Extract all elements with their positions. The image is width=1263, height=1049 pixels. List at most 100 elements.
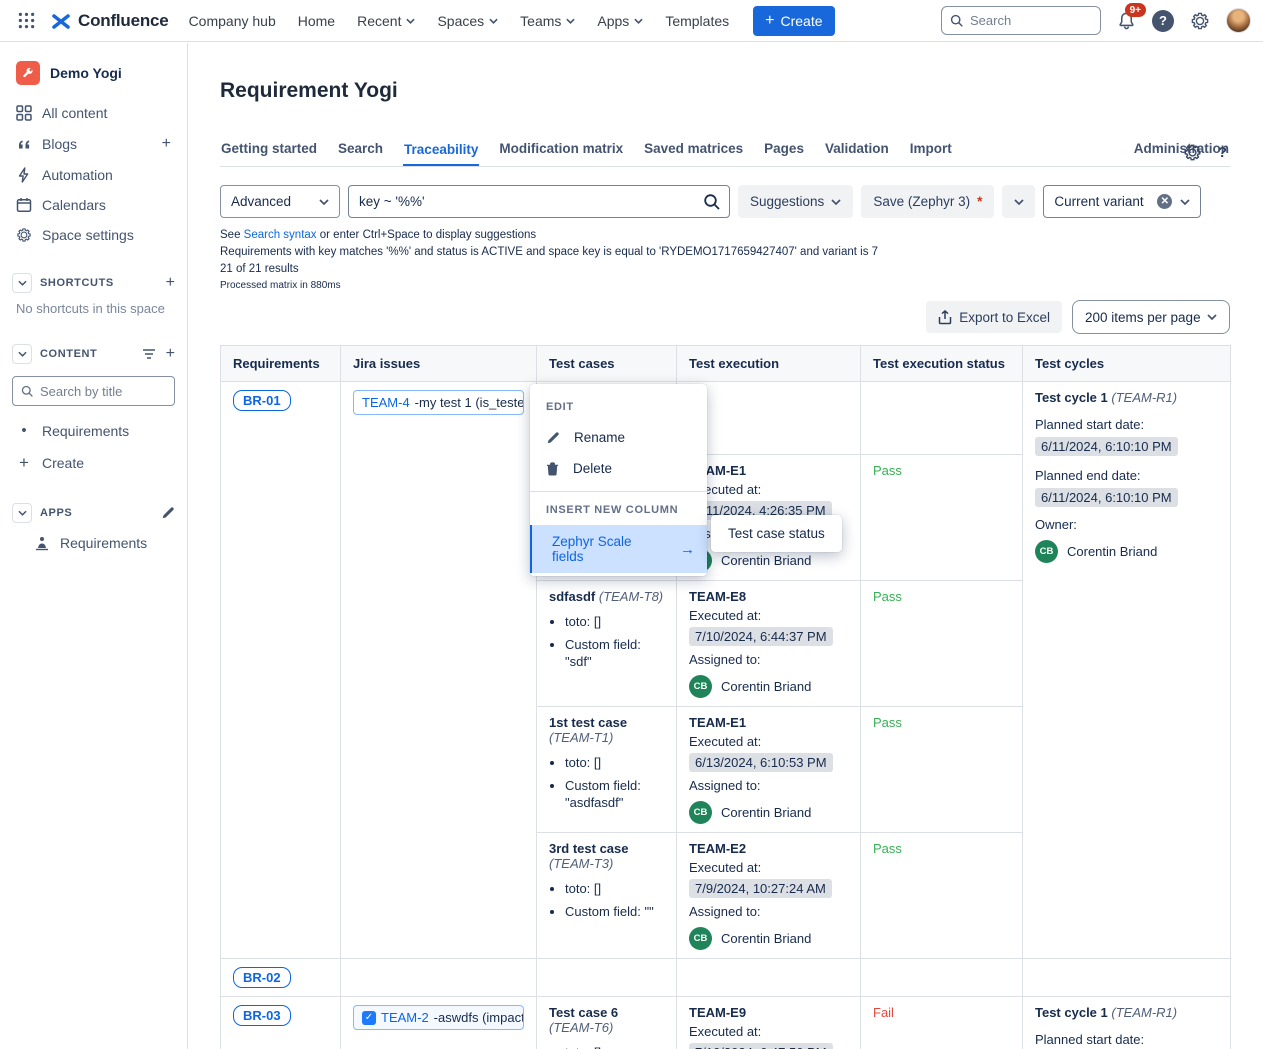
- results-count: 21 of 21 results: [220, 263, 1230, 275]
- assignee-person: CB Corentin Briand: [689, 801, 848, 824]
- menu-item-rename[interactable]: Rename: [530, 422, 707, 453]
- save-options-button[interactable]: [1002, 185, 1035, 218]
- test-execution-cell: TEAM-E8 Executed at: 7/10/2024, 6:44:37 …: [677, 581, 861, 707]
- nav-home[interactable]: Home: [298, 13, 335, 29]
- suggestions-button[interactable]: Suggestions: [738, 185, 853, 218]
- edit-pencil-icon[interactable]: [161, 506, 175, 520]
- checkbox-checked-icon: ✓: [362, 1011, 376, 1025]
- space-header[interactable]: Demo Yogi: [8, 57, 179, 99]
- nav-company-hub[interactable]: Company hub: [189, 13, 276, 29]
- chevron-down-icon: [634, 18, 643, 24]
- export-to-excel-button[interactable]: Export to Excel: [926, 301, 1062, 333]
- plus-icon: +: [765, 12, 774, 30]
- jira-issue-link[interactable]: ✓ TEAM-2-aswdfs (impacts): [353, 1005, 524, 1030]
- search-syntax-link[interactable]: Search syntax: [244, 229, 317, 241]
- tab-pages[interactable]: Pages: [763, 135, 805, 166]
- variant-select[interactable]: Current variant ✕: [1043, 185, 1201, 218]
- tab-saved-matrices[interactable]: Saved matrices: [643, 135, 744, 166]
- clear-variant-icon[interactable]: ✕: [1157, 194, 1172, 209]
- query-input-box[interactable]: [348, 185, 730, 218]
- date-badge: 6/11/2024, 6:10:10 PM: [1035, 437, 1178, 456]
- content-create[interactable]: + Create: [8, 447, 179, 479]
- add-content-icon[interactable]: +: [166, 345, 175, 363]
- add-blog-icon[interactable]: +: [162, 135, 171, 153]
- sidebar-item-blogs[interactable]: Blogs +: [8, 129, 179, 159]
- col-test-cases: Test cases: [537, 346, 677, 382]
- app-switcher-icon[interactable]: [12, 7, 40, 35]
- collapse-content-icon[interactable]: [12, 344, 32, 364]
- status-cell: Fail: [861, 997, 1023, 1049]
- notification-count-badge: 9+: [1125, 3, 1146, 17]
- status-cell: Pass: [861, 833, 1023, 959]
- tab-validation[interactable]: Validation: [824, 135, 890, 166]
- trash-icon: [546, 462, 559, 476]
- settings-gear-icon[interactable]: [1190, 11, 1210, 31]
- owner-person: CB Corentin Briand: [1035, 540, 1218, 563]
- save-button[interactable]: Save (Zephyr 3) *: [861, 185, 994, 218]
- app-tabs: Getting started Search Traceability Modi…: [220, 135, 1230, 167]
- help-icon[interactable]: ?: [1152, 10, 1174, 32]
- nav-spaces[interactable]: Spaces: [437, 13, 498, 29]
- zephyr-fields-submenu-item-test-case-status[interactable]: Test case status: [711, 515, 842, 552]
- nav-apps[interactable]: Apps: [597, 13, 643, 29]
- sidebar-item-automation[interactable]: Automation: [8, 161, 179, 189]
- collapse-apps-icon[interactable]: [12, 503, 32, 523]
- sidebar-item-space-settings[interactable]: Space settings: [8, 221, 179, 249]
- menu-section-insert: INSERT NEW COLUMN: [530, 493, 707, 525]
- search-mode-select[interactable]: Advanced: [220, 185, 340, 218]
- nav-recent[interactable]: Recent: [357, 13, 415, 29]
- confluence-logo[interactable]: Confluence: [50, 10, 169, 32]
- primary-nav: Company hub Home Recent Spaces Teams App…: [189, 13, 730, 29]
- nav-teams[interactable]: Teams: [520, 13, 575, 29]
- menu-item-delete[interactable]: Delete: [530, 453, 707, 484]
- jira-issue-link[interactable]: TEAM-4-my test 1 (is_tested_by): [353, 390, 524, 415]
- apps-item-requirements[interactable]: Requirements: [8, 529, 179, 557]
- global-search-field[interactable]: [970, 13, 1080, 28]
- assignee-person: CB Corentin Briand: [689, 549, 848, 572]
- notifications-button[interactable]: 9+: [1117, 11, 1136, 30]
- tab-modification-matrix[interactable]: Modification matrix: [498, 135, 624, 166]
- tab-traceability[interactable]: Traceability: [403, 136, 479, 167]
- all-content-icon: [16, 105, 32, 121]
- app-settings-gear-icon[interactable]: [1183, 143, 1202, 162]
- menu-item-zephyr-scale-fields[interactable]: Zephyr Scale fields →: [530, 525, 707, 573]
- sidebar-item-all-content[interactable]: All content: [8, 99, 179, 127]
- table-row: BR-03 ✓ TEAM-2-aswdfs (impacts) Test cas…: [221, 997, 1231, 1049]
- chevron-down-icon: [1014, 199, 1024, 205]
- requirement-key-badge[interactable]: BR-01: [233, 390, 291, 411]
- nav-templates[interactable]: Templates: [665, 13, 729, 29]
- avatar: CB: [1035, 540, 1058, 563]
- col-requirements: Requirements: [221, 346, 341, 382]
- app-help-icon[interactable]: ?: [1218, 144, 1227, 161]
- sidebar-item-calendars[interactable]: Calendars: [8, 191, 179, 219]
- col-test-execution: Test execution: [677, 346, 861, 382]
- status-cell: [861, 382, 1023, 455]
- requirement-key-badge[interactable]: BR-02: [233, 967, 291, 988]
- tab-getting-started[interactable]: Getting started: [220, 135, 318, 166]
- filter-icon[interactable]: [142, 348, 156, 360]
- tab-search[interactable]: Search: [337, 135, 384, 166]
- tab-import[interactable]: Import: [909, 135, 953, 166]
- status-cell: Pass: [861, 707, 1023, 833]
- requirement-key-badge[interactable]: BR-03: [233, 1005, 291, 1026]
- user-avatar[interactable]: [1226, 8, 1251, 33]
- content-item-requirements[interactable]: • Requirements: [8, 416, 179, 445]
- chevron-down-icon: [319, 199, 329, 205]
- content-search-box[interactable]: [12, 376, 175, 406]
- collapse-shortcuts-icon[interactable]: [12, 273, 32, 293]
- search-icon[interactable]: [703, 193, 721, 211]
- content-search-field[interactable]: [40, 384, 160, 399]
- space-settings-gear-icon: [16, 227, 32, 243]
- date-badge: 7/10/2024, 6:47:50 PM: [689, 1043, 833, 1049]
- shortcuts-section-header: SHORTCUTS +: [8, 263, 179, 299]
- processing-time: Processed matrix in 880ms: [220, 280, 1230, 291]
- test-case-cell: 3rd test case (TEAM-T3) toto: [] Custom …: [537, 833, 677, 959]
- items-per-page-select[interactable]: 200 items per page: [1072, 300, 1230, 334]
- create-button[interactable]: + Create: [753, 6, 834, 36]
- global-search-input[interactable]: [941, 6, 1101, 35]
- add-shortcut-icon[interactable]: +: [166, 274, 175, 292]
- search-controls: Advanced Suggestions Save (Zephyr 3) * C…: [220, 185, 1230, 218]
- search-icon: [21, 385, 34, 398]
- query-input[interactable]: [359, 194, 703, 209]
- export-icon: [938, 310, 952, 325]
